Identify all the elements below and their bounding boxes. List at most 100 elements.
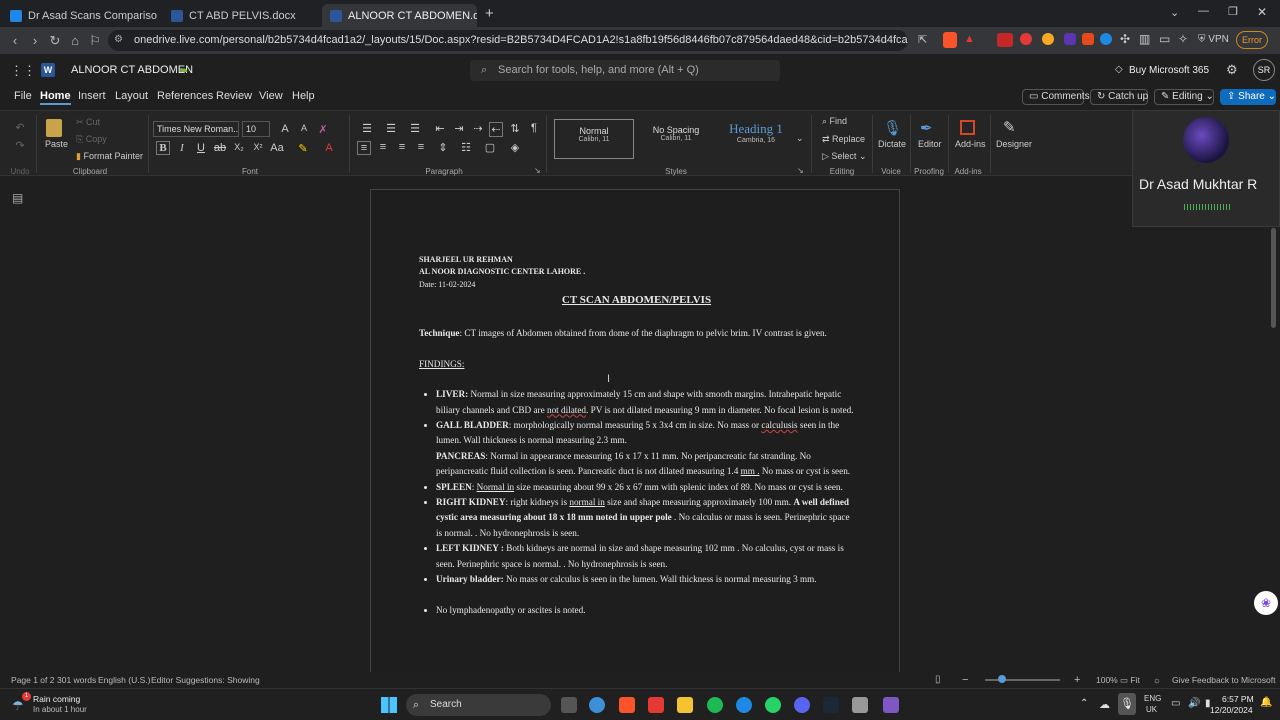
replace-button[interactable]: ⇄ Replace [822,134,865,145]
search-input[interactable]: Search for tools, help, and more (Alt + … [470,60,780,81]
navigation-pane-icon[interactable]: ▤ [12,191,23,205]
bookmark-icon[interactable]: ⚐ [84,33,106,49]
addins-grid-icon[interactable] [960,120,975,135]
minimize-icon[interactable]: — [1198,5,1209,17]
tab-home[interactable]: Home [40,90,71,105]
document-body[interactable]: SHARJEEL UR REHMAN AL NOOR DIAGNOSTIC CE… [419,254,854,618]
zoom-slider-thumb[interactable] [998,675,1006,683]
forward-icon[interactable]: › [24,33,46,48]
document-title[interactable]: ALNOOR CT ABDOMEN [71,64,193,76]
language-indicator[interactable]: ENG [1144,694,1161,703]
vpn-button[interactable]: ⛨ VPN [1198,34,1229,45]
styles-dialog-icon[interactable]: ↘ [797,166,804,175]
close-window-icon[interactable]: ✕ [1257,5,1267,19]
url-input[interactable]: onedrive.live.com/personal/b2b5734d4fcad… [108,30,908,51]
extension-icon[interactable] [1082,33,1094,45]
select-button[interactable]: ▷ Select ⌄ [822,151,866,162]
tab-view[interactable]: View [259,90,283,102]
zoom-level[interactable]: 100% [1096,672,1118,688]
font-name-select[interactable]: Times New Roman... [153,121,239,137]
extension-new-icon[interactable] [997,33,1013,47]
show-marks-icon[interactable]: ¶ [527,122,541,134]
style-no-spacing[interactable]: No Spacing Calibri, 11 [636,119,716,159]
tab-review[interactable]: Review [216,90,252,102]
notifications-icon[interactable]: 🔔 [1260,697,1272,708]
tab-help[interactable]: Help [292,90,315,102]
highlight-color-icon[interactable]: ✎ [296,142,310,155]
weather-title[interactable]: Rain coming [33,694,80,704]
share-page-icon[interactable]: ⇱ [918,33,927,46]
brave-rewards-icon[interactable]: ▲ [964,33,975,45]
extension-icon[interactable] [1100,33,1112,45]
zoom-out-icon[interactable]: − [962,672,968,688]
youtube-icon[interactable] [648,697,664,713]
grow-font-icon[interactable]: A [278,123,292,135]
find-button[interactable]: ⌕ Find [822,116,847,127]
paste-button[interactable]: Paste [45,139,68,149]
underline-button[interactable]: U [194,142,208,154]
reload-icon[interactable]: ↻ [44,33,66,49]
app-launcher-icon[interactable]: ⋮⋮ [10,63,36,79]
dictate-button[interactable]: Dictate [878,139,906,149]
weather-subtitle[interactable]: In about 1 hour [33,705,87,714]
increase-indent-icon[interactable]: ⇥ [452,122,466,135]
keyboard-layout[interactable]: UK [1146,705,1157,714]
spotify-icon[interactable] [707,697,723,713]
designer-icon[interactable]: ✎ [1003,118,1016,136]
discord-icon[interactable] [794,697,810,713]
text-effects-icon[interactable]: Aa [270,142,284,154]
line-spacing-icon[interactable]: ⇕ [436,141,450,154]
maximize-icon[interactable]: ❐ [1228,5,1238,18]
rtl-icon[interactable]: ⇠ [489,122,503,137]
tab-layout[interactable]: Layout [115,90,148,102]
file-explorer-icon[interactable] [677,697,693,713]
microphone-tray-icon[interactable]: 🎙 [1118,693,1136,715]
buy-microsoft-365-link[interactable]: Buy Microsoft 365 [1129,65,1209,76]
bullets-icon[interactable]: ☰ [360,122,374,135]
windows-start-icon[interactable] [381,697,397,713]
decrease-indent-icon[interactable]: ⇤ [433,122,447,135]
copilot-icon[interactable]: ❀ [1254,591,1278,615]
strikethrough-button[interactable]: ab [213,142,227,154]
feedback-icon[interactable]: ☼ [1153,672,1161,688]
copy-button[interactable]: ⎘ Copy [76,134,107,145]
extension-icon[interactable] [1042,33,1054,45]
whatsapp-icon[interactable] [765,697,781,713]
share-button[interactable]: ⇪ Share ⌄ [1220,89,1276,105]
home-icon[interactable]: ⌂ [64,33,86,48]
clear-formatting-icon[interactable]: ✗ [316,123,330,136]
back-icon[interactable]: ‹ [4,33,26,48]
task-view-icon[interactable] [561,697,577,713]
bold-button[interactable]: B [156,141,170,155]
brave-browser-icon[interactable] [619,697,635,713]
editing-mode-button[interactable]: ✎ Editing ⌄ [1154,89,1214,105]
leo-icon[interactable]: ✧ [1178,32,1188,46]
browser-tab-ct-abd-pelvis[interactable]: CT ABD PELVIS.docx [163,4,318,27]
taskbar-search[interactable]: Search [406,694,551,716]
undo-icon[interactable]: ↶ [13,121,27,134]
document-page[interactable]: SHARJEEL UR REHMAN AL NOOR DIAGNOSTIC CE… [370,189,900,679]
app-icon[interactable] [883,697,899,713]
shrink-font-icon[interactable]: A [297,123,311,133]
paragraph-spacing-icon[interactable]: ☷ [459,141,473,154]
styles-more-icon[interactable]: ⌄ [796,133,804,144]
align-center-icon[interactable]: ≡ [376,141,390,153]
page-count[interactable]: Page 1 of 2 [11,672,54,688]
clock-date[interactable]: 12/20/2024 [1210,705,1253,715]
align-right-icon[interactable]: ≡ [395,141,409,153]
sort-icon[interactable]: ⇅ [508,122,522,135]
browser-error-badge[interactable]: Error [1236,31,1268,49]
style-heading-1[interactable]: Heading 1 Cambria, 16 [716,119,796,159]
addins-button[interactable]: Add-ins [955,139,986,149]
browser-tab-onedrive[interactable]: Dr Asad Scans Comparison - OneDr [2,4,157,27]
screen-tool-icon[interactable] [852,697,868,713]
editor-button[interactable]: Editor [918,139,942,149]
font-color-icon[interactable]: A [322,142,336,154]
editor-suggestions-status[interactable]: Editor Suggestions: Showing [151,672,260,688]
microphone-icon[interactable]: 🎙 [883,119,902,137]
volume-icon[interactable]: 🔊 [1188,698,1200,709]
extension-icon[interactable] [1020,33,1032,45]
numbering-icon[interactable]: ☰ [384,122,398,135]
extensions-puzzle-icon[interactable]: ✣ [1120,32,1130,46]
shading-icon[interactable]: ◈ [508,141,522,154]
